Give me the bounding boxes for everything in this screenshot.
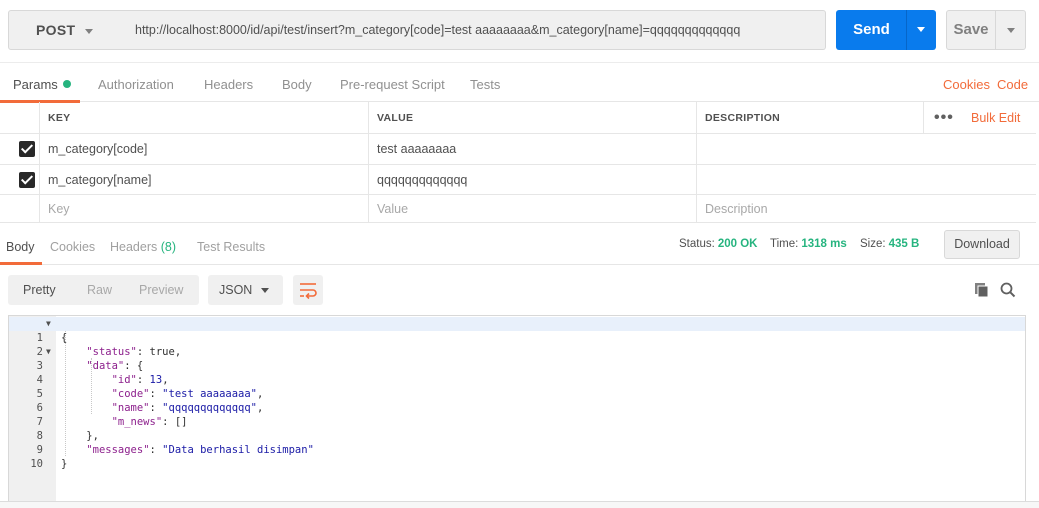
format-label: JSON: [219, 283, 253, 297]
headers-count: (8): [160, 240, 177, 254]
size-label: Size:: [860, 238, 886, 250]
line-number: 10: [30, 458, 43, 470]
row-checkbox-cell: [0, 134, 40, 164]
raw-button[interactable]: Raw: [87, 283, 112, 297]
tab-response-headers-label: Headers: [110, 240, 158, 254]
save-button[interactable]: Save: [946, 10, 996, 50]
code-line: 10}: [9, 443, 1025, 470]
wrap-lines-button[interactable]: [293, 275, 323, 305]
chevron-down-icon: [85, 29, 93, 34]
method-select[interactable]: POST: [8, 10, 126, 50]
status-value: 200 OK: [717, 238, 758, 250]
code-text: }: [61, 458, 68, 470]
wrap-lines-icon: [300, 283, 317, 300]
chevron-down-icon: [1007, 28, 1015, 33]
response-time: Time: 1318 ms: [770, 238, 847, 250]
code-line: 5 "code": "test aaaaaaaa",: [9, 373, 1025, 400]
tab-tests[interactable]: Tests: [470, 77, 500, 92]
params-table: KEY VALUE DESCRIPTION ••• Bulk Edit m_ca…: [0, 102, 1036, 223]
param-value-field[interactable]: qqqqqqqqqqqqq: [368, 165, 697, 194]
tab-authorization[interactable]: Authorization: [98, 77, 174, 92]
code-line: 1 ▼{: [9, 317, 1025, 344]
code-line: 2 "status": true,: [9, 331, 1025, 358]
param-description-field[interactable]: [696, 134, 1036, 164]
pretty-button[interactable]: Pretty: [23, 283, 56, 297]
format-select[interactable]: JSON: [208, 275, 283, 305]
tab-test-results[interactable]: Test Results: [197, 240, 265, 254]
new-value-input[interactable]: Value: [368, 195, 697, 222]
request-tabs: Params Authorization Headers Body Pre-re…: [0, 62, 1039, 103]
table-row: m_category[code] test aaaaaaaa: [0, 134, 1036, 165]
save-options-button[interactable]: [995, 10, 1026, 50]
row-checkbox-cell: [0, 165, 40, 194]
tab-params-label: Params: [13, 77, 58, 92]
fold-arrow-icon[interactable]: ▼: [46, 345, 51, 359]
response-body-editor[interactable]: 1 ▼{ 2 "status": true, 3 ▼ "data": { 4 "id…: [8, 315, 1026, 508]
code-line: 4 "id": 13,: [9, 359, 1025, 386]
param-key-field[interactable]: m_category[name]: [39, 165, 369, 194]
new-key-input[interactable]: Key: [39, 195, 369, 222]
active-dot-icon: [62, 80, 71, 88]
request-url-bar: POST http://localhost:8000/id/api/test/i…: [0, 0, 1039, 62]
url-input[interactable]: http://localhost:8000/id/api/test/insert…: [125, 10, 826, 50]
param-description-field[interactable]: [696, 165, 1036, 194]
tab-response-headers[interactable]: Headers (8): [110, 240, 176, 254]
cookies-link[interactable]: Cookies: [943, 77, 990, 92]
column-header-description: DESCRIPTION: [696, 102, 924, 133]
fold-arrow-icon[interactable]: ▼: [46, 317, 51, 331]
param-value-field[interactable]: test aaaaaaaa: [368, 134, 697, 164]
chevron-down-icon: [261, 288, 269, 293]
send-button[interactable]: Send: [836, 10, 907, 50]
checkbox-column-header: [0, 102, 40, 133]
params-table-header: KEY VALUE DESCRIPTION ••• Bulk Edit: [0, 102, 1036, 134]
copy-icon[interactable]: [974, 282, 990, 298]
download-button[interactable]: Download: [944, 230, 1020, 259]
view-mode-group: Pretty Raw Preview: [8, 275, 199, 305]
response-status: Status: 200 OK: [679, 238, 757, 250]
response-toolbar: Pretty Raw Preview JSON: [0, 265, 1039, 315]
tab-params[interactable]: Params: [13, 77, 71, 92]
column-header-key: KEY: [39, 102, 369, 133]
param-key-field[interactable]: m_category[code]: [39, 134, 369, 164]
table-row-new: Key Value Description: [0, 195, 1036, 223]
preview-button[interactable]: Preview: [139, 283, 183, 297]
column-header-value: VALUE: [368, 102, 697, 133]
code-line: 8 },: [9, 415, 1025, 442]
table-row: m_category[name] qqqqqqqqqqqqq: [0, 165, 1036, 195]
code-line: 6 "name": "qqqqqqqqqqqqq",: [9, 387, 1025, 414]
code-link[interactable]: Code: [997, 77, 1028, 92]
bulk-edit-link[interactable]: Bulk Edit: [971, 111, 1020, 125]
row-checkbox[interactable]: [19, 171, 35, 188]
code-line: 9 "messages": "Data berhasil disimpan": [9, 429, 1025, 456]
tab-headers[interactable]: Headers: [204, 77, 253, 92]
search-icon[interactable]: [1000, 282, 1016, 298]
method-label: POST: [36, 22, 76, 38]
code-line: 7 "m_news": []: [9, 401, 1025, 428]
response-tabs: Body Cookies Headers (8) Test Results St…: [0, 224, 1039, 265]
tab-response-cookies[interactable]: Cookies: [50, 240, 95, 254]
row-checkbox[interactable]: [19, 141, 35, 157]
size-value: 435 B: [888, 238, 920, 250]
status-label: Status:: [679, 238, 715, 250]
row-checkbox-cell: [0, 195, 40, 222]
time-value: 1318 ms: [801, 238, 847, 250]
tab-body[interactable]: Body: [282, 77, 312, 92]
code-line: 3 ▼ "data": {: [9, 345, 1025, 372]
more-options-icon[interactable]: •••: [934, 109, 954, 127]
tab-response-body[interactable]: Body: [6, 240, 35, 254]
response-size: Size: 435 B: [860, 238, 919, 250]
tab-prerequest-script[interactable]: Pre-request Script: [340, 77, 445, 92]
time-label: Time:: [770, 238, 799, 250]
status-bar: [0, 501, 1039, 508]
chevron-down-icon: [917, 27, 925, 32]
new-description-input[interactable]: Description: [696, 195, 1036, 222]
send-options-button[interactable]: [906, 10, 936, 50]
